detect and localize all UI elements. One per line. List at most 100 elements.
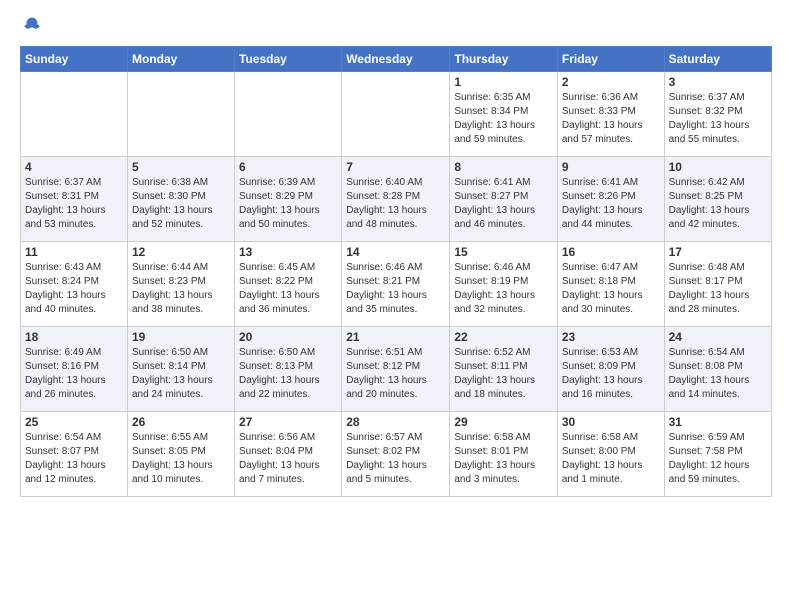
calendar-week-row: 25 Sunrise: 6:54 AMSunset: 8:07 PMDayligh… [21, 412, 772, 497]
calendar-day-cell [21, 72, 128, 157]
calendar-day-cell: 26Sunrise: 6:55 AMSunset: 8:05 PMDayligh… [127, 412, 234, 497]
day-number: 19 [132, 330, 230, 344]
calendar-day-cell: 22 Sunrise: 6:52 AMSunset: 8:11 PMDayligh… [450, 327, 558, 412]
calendar-day-cell: 21 Sunrise: 6:51 AMSunset: 8:12 PMDayligh… [342, 327, 450, 412]
calendar-day-cell: 25 Sunrise: 6:54 AMSunset: 8:07 PMDayligh… [21, 412, 128, 497]
day-number: 17 [669, 245, 767, 259]
day-number: 18 [25, 330, 123, 344]
calendar-weekday-friday: Friday [557, 47, 664, 72]
day-number: 2 [562, 75, 660, 89]
day-number: 11 [25, 245, 123, 259]
calendar-week-row: 18 Sunrise: 6:49 AMSunset: 8:16 PMDayligh… [21, 327, 772, 412]
day-info: Sunrise: 6:57 AMSunset: 8:02 PMDaylight:… [346, 431, 445, 487]
calendar-weekday-monday: Monday [127, 47, 234, 72]
day-number: 3 [669, 75, 767, 89]
calendar-day-cell: 3 Sunrise: 6:37 AMSunset: 8:32 PMDaylight… [664, 72, 771, 157]
calendar-weekday-wednesday: Wednesday [342, 47, 450, 72]
calendar-header-row: SundayMondayTuesdayWednesdayThursdayFrid… [21, 47, 772, 72]
day-info: Sunrise: 6:36 AMSunset: 8:33 PMDaylight:… [562, 91, 660, 147]
day-number: 1 [454, 75, 553, 89]
day-info: Sunrise: 6:53 AMSunset: 8:09 PMDaylight:… [562, 346, 660, 402]
day-number: 28 [346, 415, 445, 429]
calendar-day-cell: 17 Sunrise: 6:48 AMSunset: 8:17 PMDayligh… [664, 242, 771, 327]
calendar-day-cell: 12 Sunrise: 6:44 AMSunset: 8:23 PMDayligh… [127, 242, 234, 327]
day-number: 23 [562, 330, 660, 344]
calendar-day-cell: 11 Sunrise: 6:43 AMSunset: 8:24 PMDayligh… [21, 242, 128, 327]
day-number: 14 [346, 245, 445, 259]
day-info: Sunrise: 6:37 AMSunset: 8:32 PMDaylight:… [669, 91, 767, 147]
calendar-day-cell [127, 72, 234, 157]
calendar-day-cell: 14 Sunrise: 6:46 AMSunset: 8:21 PMDayligh… [342, 242, 450, 327]
day-info: Sunrise: 6:46 AMSunset: 8:21 PMDaylight:… [346, 261, 445, 317]
calendar-week-row: 1 Sunrise: 6:35 AMSunset: 8:34 PMDaylight… [21, 72, 772, 157]
day-number: 25 [25, 415, 123, 429]
day-number: 31 [669, 415, 767, 429]
calendar-day-cell: 8 Sunrise: 6:41 AMSunset: 8:27 PMDaylight… [450, 157, 558, 242]
day-info: Sunrise: 6:45 AMSunset: 8:22 PMDaylight:… [239, 261, 337, 317]
day-number: 30 [562, 415, 660, 429]
day-info: Sunrise: 6:58 AMSunset: 8:00 PMDaylight:… [562, 431, 660, 487]
calendar-day-cell: 27 Sunrise: 6:56 AMSunset: 8:04 PMDayligh… [235, 412, 342, 497]
day-info: Sunrise: 6:47 AMSunset: 8:18 PMDaylight:… [562, 261, 660, 317]
day-info: Sunrise: 6:54 AMSunset: 8:07 PMDaylight:… [25, 431, 123, 487]
calendar-day-cell: 29 Sunrise: 6:58 AMSunset: 8:01 PMDayligh… [450, 412, 558, 497]
calendar-day-cell [342, 72, 450, 157]
day-number: 26 [132, 415, 230, 429]
calendar-day-cell: 20 Sunrise: 6:50 AMSunset: 8:13 PMDayligh… [235, 327, 342, 412]
day-info: Sunrise: 6:49 AMSunset: 8:16 PMDaylight:… [25, 346, 123, 402]
day-info: Sunrise: 6:52 AMSunset: 8:11 PMDaylight:… [454, 346, 553, 402]
day-info: Sunrise: 6:41 AMSunset: 8:26 PMDaylight:… [562, 176, 660, 232]
day-number: 6 [239, 160, 337, 174]
calendar-day-cell: 23 Sunrise: 6:53 AMSunset: 8:09 PMDayligh… [557, 327, 664, 412]
day-info: Sunrise: 6:50 AMSunset: 8:14 PMDaylight:… [132, 346, 230, 402]
logo-bird-icon [22, 16, 42, 36]
day-info: Sunrise: 6:39 AMSunset: 8:29 PMDaylight:… [239, 176, 337, 232]
day-info: Sunrise: 6:40 AMSunset: 8:28 PMDaylight:… [346, 176, 445, 232]
day-info: Sunrise: 6:54 AMSunset: 8:08 PMDaylight:… [669, 346, 767, 402]
calendar-day-cell: 5 Sunrise: 6:38 AMSunset: 8:30 PMDaylight… [127, 157, 234, 242]
day-info: Sunrise: 6:43 AMSunset: 8:24 PMDaylight:… [25, 261, 123, 317]
day-info: Sunrise: 6:58 AMSunset: 8:01 PMDaylight:… [454, 431, 553, 487]
calendar-day-cell: 10Sunrise: 6:42 AMSunset: 8:25 PMDayligh… [664, 157, 771, 242]
day-info: Sunrise: 6:42 AMSunset: 8:25 PMDaylight:… [669, 176, 767, 232]
calendar-week-row: 11 Sunrise: 6:43 AMSunset: 8:24 PMDayligh… [21, 242, 772, 327]
day-number: 22 [454, 330, 553, 344]
day-info: Sunrise: 6:56 AMSunset: 8:04 PMDaylight:… [239, 431, 337, 487]
calendar-day-cell: 2 Sunrise: 6:36 AMSunset: 8:33 PMDaylight… [557, 72, 664, 157]
day-info: Sunrise: 6:38 AMSunset: 8:30 PMDaylight:… [132, 176, 230, 232]
day-number: 29 [454, 415, 553, 429]
day-info: Sunrise: 6:51 AMSunset: 8:12 PMDaylight:… [346, 346, 445, 402]
calendar-day-cell: 28 Sunrise: 6:57 AMSunset: 8:02 PMDayligh… [342, 412, 450, 497]
calendar-weekday-thursday: Thursday [450, 47, 558, 72]
day-number: 7 [346, 160, 445, 174]
calendar-week-row: 4 Sunrise: 6:37 AMSunset: 8:31 PMDaylight… [21, 157, 772, 242]
day-number: 20 [239, 330, 337, 344]
calendar-day-cell: 1 Sunrise: 6:35 AMSunset: 8:34 PMDaylight… [450, 72, 558, 157]
day-info: Sunrise: 6:50 AMSunset: 8:13 PMDaylight:… [239, 346, 337, 402]
day-info: Sunrise: 6:35 AMSunset: 8:34 PMDaylight:… [454, 91, 553, 147]
day-info: Sunrise: 6:44 AMSunset: 8:23 PMDaylight:… [132, 261, 230, 317]
day-number: 12 [132, 245, 230, 259]
calendar-day-cell: 4 Sunrise: 6:37 AMSunset: 8:31 PMDaylight… [21, 157, 128, 242]
day-number: 16 [562, 245, 660, 259]
day-info: Sunrise: 6:48 AMSunset: 8:17 PMDaylight:… [669, 261, 767, 317]
calendar-day-cell: 30 Sunrise: 6:58 AMSunset: 8:00 PMDayligh… [557, 412, 664, 497]
calendar-weekday-saturday: Saturday [664, 47, 771, 72]
calendar-day-cell: 18 Sunrise: 6:49 AMSunset: 8:16 PMDayligh… [21, 327, 128, 412]
day-info: Sunrise: 6:37 AMSunset: 8:31 PMDaylight:… [25, 176, 123, 232]
calendar-day-cell: 13Sunrise: 6:45 AMSunset: 8:22 PMDayligh… [235, 242, 342, 327]
day-info: Sunrise: 6:46 AMSunset: 8:19 PMDaylight:… [454, 261, 553, 317]
logo [20, 16, 42, 36]
day-number: 21 [346, 330, 445, 344]
calendar-day-cell [235, 72, 342, 157]
calendar-table: SundayMondayTuesdayWednesdayThursdayFrid… [20, 46, 772, 497]
day-number: 15 [454, 245, 553, 259]
calendar-day-cell: 9 Sunrise: 6:41 AMSunset: 8:26 PMDaylight… [557, 157, 664, 242]
day-number: 27 [239, 415, 337, 429]
day-number: 8 [454, 160, 553, 174]
day-number: 4 [25, 160, 123, 174]
day-info: Sunrise: 6:41 AMSunset: 8:27 PMDaylight:… [454, 176, 553, 232]
day-number: 9 [562, 160, 660, 174]
day-number: 5 [132, 160, 230, 174]
calendar-day-cell: 24Sunrise: 6:54 AMSunset: 8:08 PMDayligh… [664, 327, 771, 412]
